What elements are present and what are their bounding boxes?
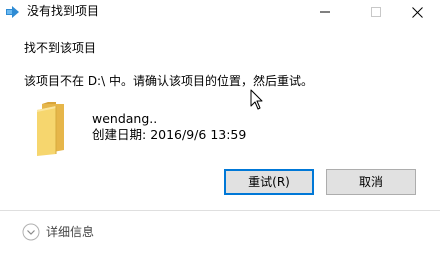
arrow-icon (6, 6, 19, 18)
maximize-icon (371, 7, 381, 17)
date-label: 创建日期: (92, 127, 147, 142)
error-dialog: 没有找到项目 找不到该项目 该项目不在 D:\ 中。请确认该项目的位置，然后重试… (0, 0, 440, 253)
dialog-heading: 找不到该项目 (24, 41, 97, 55)
error-message: 该项目不在 D:\ 中。请确认该项目的位置，然后重试。 (24, 74, 313, 88)
dialog-footer: 详细信息 (0, 210, 440, 253)
cancel-button[interactable]: 取消 (326, 169, 416, 195)
date-value: 2016/9/6 13:59 (150, 127, 247, 142)
title-bar[interactable]: 没有找到项目 (0, 0, 440, 24)
folder-icon (37, 102, 64, 156)
details-label: 详细信息 (46, 225, 95, 239)
item-date: 创建日期: 2016/9/6 13:59 (92, 127, 246, 143)
close-button[interactable] (394, 0, 440, 24)
details-toggle[interactable]: 详细信息 (22, 223, 94, 241)
item-name: wendang.. (92, 111, 158, 126)
close-icon (411, 6, 423, 18)
minimize-icon (320, 11, 330, 13)
chevron-down-icon (22, 223, 40, 241)
window-title: 没有找到项目 (27, 4, 100, 18)
retry-button[interactable]: 重试(R) (224, 169, 314, 195)
mouse-cursor-icon (250, 89, 263, 110)
maximize-button[interactable] (353, 0, 399, 24)
minimize-button[interactable] (302, 0, 348, 24)
